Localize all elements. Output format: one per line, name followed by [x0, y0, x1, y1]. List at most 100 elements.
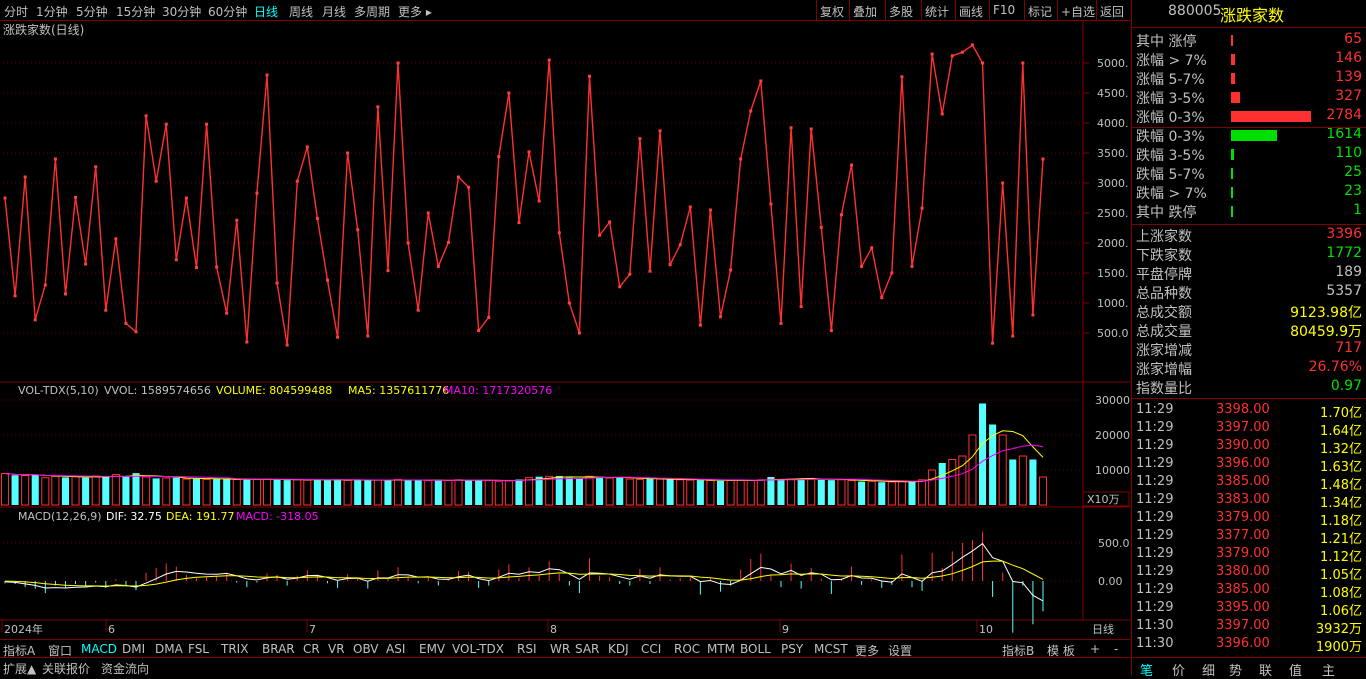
dist-bar [1231, 54, 1235, 65]
toolbar-action-3[interactable]: 统计 [925, 3, 949, 20]
data-point [678, 243, 682, 247]
panel-tab-2[interactable]: 细 [1202, 660, 1215, 679]
indicator-tab-23[interactable]: MCST [814, 642, 848, 656]
indicator-tab-22[interactable]: PSY [781, 642, 803, 656]
panel-tab-3[interactable]: 势 [1229, 660, 1242, 679]
data-point [104, 308, 108, 312]
x-axis-label: 2024年 [4, 622, 43, 636]
indicator-tab-18[interactable]: CCI [641, 642, 661, 656]
data-point [53, 157, 57, 161]
volume-bar [998, 434, 1007, 506]
extension-tab-0[interactable]: 扩展▲ [3, 660, 36, 677]
dist-label: 跌幅 > 7% [1136, 186, 1207, 202]
indicator-tab-3[interactable]: DMI [122, 642, 145, 656]
period-tab-6[interactable]: 日线 [254, 3, 278, 20]
volume-bar [323, 479, 332, 505]
indicator-tab-12[interactable]: EMV [419, 642, 445, 656]
indicator-tab-15[interactable]: WR [550, 642, 570, 656]
volume-y-tick-label: 10000 [1095, 464, 1130, 477]
toolbar-action-5[interactable]: F10 [993, 3, 1015, 17]
volume-bar [837, 479, 846, 506]
volume-bar [313, 479, 321, 505]
indicator-tab-16[interactable]: SAR [575, 642, 599, 656]
panel-tab-5[interactable]: 值 [1289, 660, 1302, 679]
panel-tab-0[interactable]: 笔 [1140, 660, 1153, 679]
volume-bar [616, 477, 624, 505]
indicator-tab-20[interactable]: MTM [707, 642, 735, 656]
tick-amount: 1.34亿 [1320, 496, 1362, 511]
indicator-tab-9[interactable]: VR [328, 642, 345, 656]
period-tab-5[interactable]: 60分钟 [208, 3, 247, 20]
data-point [366, 334, 370, 338]
toolbar-action-8[interactable]: 返回 [1100, 3, 1124, 20]
data-point [43, 283, 47, 287]
dist-bar [1231, 35, 1233, 46]
period-tab-2[interactable]: 5分钟 [76, 3, 108, 20]
volume-bar [465, 480, 473, 505]
period-tab-10[interactable]: 更多 ▸ [398, 3, 432, 20]
tick-amount: 1.21亿 [1320, 532, 1362, 547]
tick-row: 11:29 3397.00 1.64亿 [1136, 420, 1364, 439]
period-tab-3[interactable]: 15分钟 [116, 3, 155, 20]
data-point [880, 296, 884, 300]
period-tab-7[interactable]: 周线 [289, 3, 313, 20]
indicator-tab-11[interactable]: ASI [386, 642, 405, 656]
data-point [577, 331, 581, 335]
data-point [487, 315, 491, 319]
toolbar-action-1[interactable]: 叠加 [853, 3, 877, 20]
stat-row: 平盘停牌 189 [1136, 264, 1364, 283]
tick-time: 11:29 [1136, 456, 1174, 471]
panel-tab-4[interactable]: 联 [1259, 660, 1272, 679]
extension-tab-2[interactable]: 资金流向 [101, 660, 149, 677]
panel-tab-6[interactable]: 主 [1322, 660, 1335, 679]
indicator-right-2[interactable]: + [1090, 642, 1100, 656]
period-tab-1[interactable]: 1分钟 [36, 3, 68, 20]
tick-amount: 1.05亿 [1320, 568, 1362, 583]
indicator-tab-13[interactable]: VOL-TDX [452, 642, 504, 656]
toolbar-action-6[interactable]: 标记 [1028, 3, 1052, 20]
indicator-tab-8[interactable]: CR [303, 642, 320, 656]
dist-row: 涨幅 5-7% 139 [1136, 69, 1364, 88]
period-tab-9[interactable]: 多周期 [354, 3, 390, 20]
indicator-tab-2[interactable]: MACD [81, 642, 117, 656]
volume-bar [434, 480, 442, 505]
indicator-tab-14[interactable]: RSI [517, 642, 537, 656]
extension-tab-1[interactable]: 关联报价 [42, 660, 90, 677]
indicator-tab-10[interactable]: OBV [353, 642, 379, 656]
indicator-tab-17[interactable]: KDJ [608, 642, 629, 656]
toolbar-action-4[interactable]: 画线 [959, 3, 983, 20]
data-point [950, 54, 954, 58]
data-point [1001, 181, 1005, 185]
tick-amount: 1.08亿 [1320, 586, 1362, 601]
toolbar-action-0[interactable]: 复权 [820, 3, 844, 20]
panel-tab-1[interactable]: 价 [1172, 660, 1185, 679]
period-tab-8[interactable]: 月线 [322, 3, 346, 20]
volume-bar [979, 403, 987, 505]
indicator-right-3[interactable]: - [1114, 642, 1118, 656]
indicator-tab-6[interactable]: TRIX [221, 642, 248, 656]
stat-value: 1772 [1326, 245, 1362, 261]
volume-bar [213, 478, 221, 505]
period-tab-4[interactable]: 30分钟 [162, 3, 201, 20]
period-tab-0[interactable]: 分时 [4, 3, 28, 20]
data-point [74, 195, 78, 199]
indicator-tab-7[interactable]: BRAR [262, 642, 295, 656]
indicator-tab-5[interactable]: FSL [188, 642, 209, 656]
main-y-tick-label: 5000. [1097, 57, 1129, 70]
toolbar-action-2[interactable]: 多股 [889, 3, 913, 20]
tick-row: 11:29 3379.00 1.18亿 [1136, 510, 1364, 529]
main-y-tick-label: 4500. [1097, 87, 1129, 100]
toolbar-action-7[interactable]: +自选 [1061, 3, 1095, 20]
data-point [870, 246, 874, 250]
tick-time: 11:29 [1136, 546, 1174, 561]
volume-bar [817, 479, 825, 505]
indicator-tab-19[interactable]: ROC [674, 642, 700, 656]
indicator-tab-4[interactable]: DMA [155, 642, 183, 656]
volume-bar [827, 480, 835, 505]
indicator-tab-21[interactable]: BOLL [740, 642, 771, 656]
data-point [910, 264, 914, 268]
data-point [981, 61, 985, 65]
tick-time: 11:29 [1136, 474, 1174, 489]
macd-dea: DEA: 191.77 [166, 510, 234, 523]
main-y-tick-label: 3500. [1097, 147, 1129, 160]
